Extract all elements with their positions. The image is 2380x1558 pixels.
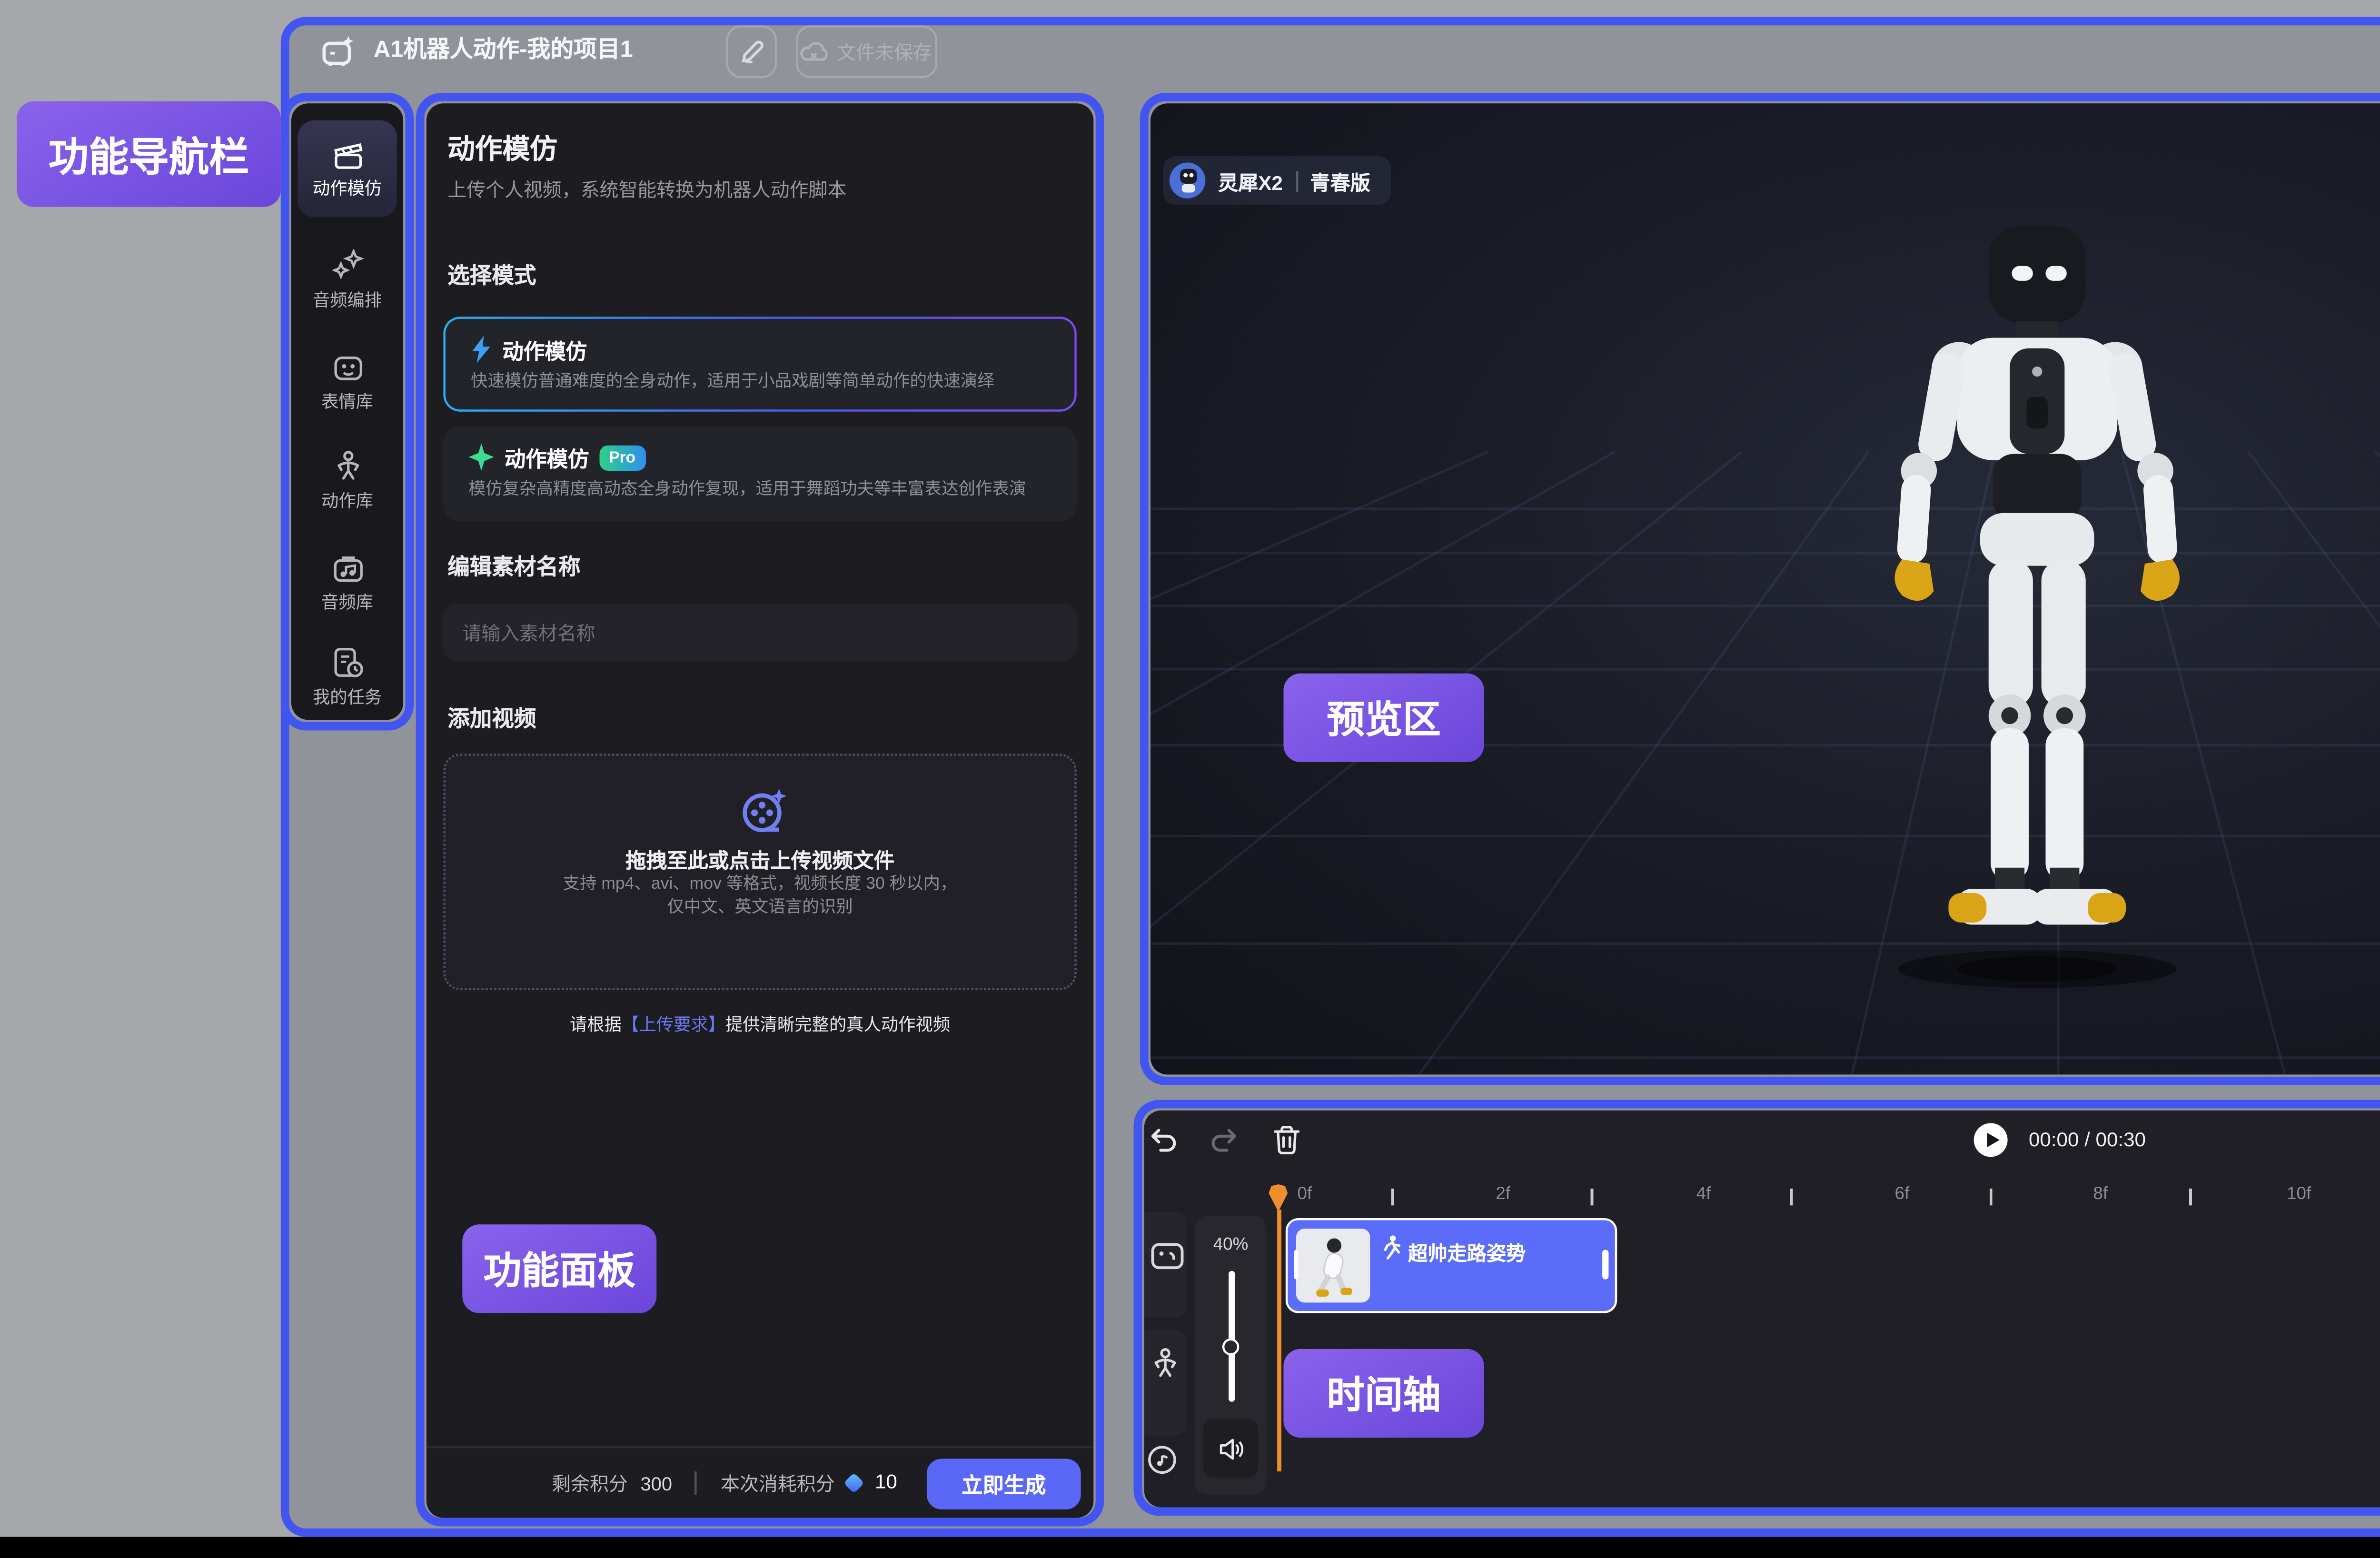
- expression-track-icon[interactable]: [1150, 1241, 1184, 1271]
- sparkles-icon: [330, 249, 364, 283]
- sidebar-item-audio-library[interactable]: 音频库: [298, 536, 397, 629]
- audio-disc-icon[interactable]: [1146, 1444, 1178, 1476]
- playhead-line: [1277, 1210, 1280, 1471]
- mode-section-label: 选择模式: [447, 259, 536, 291]
- project-title: A1机器人动作-我的项目1: [374, 32, 633, 66]
- volume-popup: 40%: [1195, 1216, 1267, 1495]
- mode-name: 动作模仿: [503, 334, 587, 366]
- time-display: 00:00 / 00:30: [2029, 1130, 2146, 1153]
- clip-trim-handle-right[interactable]: [1602, 1250, 1607, 1279]
- sidebar-item-label: 音频库: [321, 588, 373, 613]
- speaker-button[interactable]: [1203, 1419, 1258, 1478]
- timeline-panel: 00:00 / 00:30 0f 2f 4f 6f 8f 10f 12f 14f…: [1144, 1111, 2380, 1508]
- mode-desc: 快速模仿普通难度的全身动作，适用于小品戏剧等简单动作的快速演绎: [471, 369, 1058, 393]
- redo-icon[interactable]: [1210, 1127, 1237, 1155]
- annotation-label-preview: 预览区: [1283, 674, 1484, 762]
- material-name-input[interactable]: [443, 604, 1076, 661]
- credits-label: 剩余积分: [552, 1469, 628, 1497]
- nav-sidebar: 动作模仿 音频编排 表情库 动作库 音频库 我的任务: [291, 103, 403, 720]
- upload-hint-line2: 仅中文、英文语言的识别: [446, 896, 1075, 919]
- annotation-label-panel: 功能面板: [462, 1224, 656, 1313]
- robot-model-badge: 灵犀X2 青春版: [1163, 156, 1392, 205]
- panel-footer: 剩余积分 300 本次消耗积分 10 立即生成: [426, 1446, 1093, 1518]
- save-status: 文件未保存: [796, 25, 937, 78]
- cloud-icon: [801, 40, 829, 63]
- mode-card-pro[interactable]: 动作模仿 Pro 模仿复杂高精度高动态全身动作复现，适用于舞蹈功夫等丰富表达创作…: [443, 427, 1076, 522]
- upload-hint-line1: 支持 mp4、avi、mov 等格式，视频长度 30 秒以内，: [446, 874, 1075, 896]
- sidebar-item-action-library[interactable]: 动作库: [298, 435, 397, 528]
- cost-label: 本次消耗积分: [721, 1469, 835, 1497]
- mode-card-basic[interactable]: 动作模仿 快速模仿普通难度的全身动作，适用于小品戏剧等简单动作的快速演绎: [443, 317, 1076, 412]
- sidebar-item-label: 音频编排: [313, 287, 382, 312]
- annotation-label-nav: 功能导航栏: [17, 101, 280, 207]
- clip-thumbnail: [1295, 1228, 1369, 1301]
- rename-button[interactable]: [726, 25, 777, 78]
- timeline-clip[interactable]: 超帅走路姿势: [1286, 1218, 1617, 1313]
- badge-divider: [1295, 170, 1297, 191]
- speaker-icon: [1218, 1437, 1243, 1460]
- sidebar-item-label: 动作模仿: [313, 174, 382, 199]
- footer-divider: [695, 1471, 697, 1495]
- sidebar-item-label: 表情库: [321, 387, 373, 413]
- clapperboard-icon: [330, 138, 364, 170]
- preview-viewport[interactable]: 灵犀X2 青春版 Z Y: [1150, 103, 2380, 1074]
- upload-title: 拖拽至此或点击上传视频文件: [446, 844, 1075, 874]
- person-icon: [330, 450, 364, 484]
- task-list-icon: [330, 646, 364, 680]
- pro-badge: Pro: [600, 445, 645, 470]
- note-suffix: 提供清晰完整的真人动作视频: [725, 1015, 950, 1034]
- annotation-label-timeline: 时间轴: [1283, 1349, 1484, 1438]
- film-reel-icon: [739, 785, 789, 836]
- walking-person-icon: [1380, 1235, 1404, 1260]
- credits-value: 300: [640, 1472, 672, 1493]
- volume-slider-thumb[interactable]: [1221, 1339, 1238, 1355]
- cost-value: 10: [875, 1471, 897, 1495]
- volume-slider-track[interactable]: [1228, 1271, 1234, 1402]
- playhead-handle[interactable]: [1269, 1184, 1288, 1212]
- sidebar-item-motion-mimic[interactable]: 动作模仿: [298, 120, 397, 218]
- material-name-label: 编辑素材名称: [447, 551, 580, 583]
- sidebar-item-audio-arrange[interactable]: 音频编排: [298, 234, 397, 327]
- sidebar-item-label: 我的任务: [313, 684, 382, 709]
- app-logo-icon: [321, 34, 357, 69]
- trash-icon[interactable]: [1273, 1125, 1300, 1155]
- track-row-action: [1144, 1330, 1187, 1436]
- generate-button[interactable]: 立即生成: [927, 1458, 1081, 1508]
- video-upload-dropzone[interactable]: 拖拽至此或点击上传视频文件 支持 mp4、avi、mov 等格式，视频长度 30…: [443, 754, 1076, 990]
- robot-face-icon: [330, 351, 364, 383]
- undo-icon[interactable]: [1150, 1127, 1178, 1155]
- sidebar-item-expression-library[interactable]: 表情库: [298, 336, 397, 428]
- upload-requirement-link[interactable]: 【上传要求】: [622, 1015, 725, 1034]
- mode-desc: 模仿复杂高精度高动态全身动作复现，适用于舞蹈功夫等丰富表达创作表演: [469, 477, 1060, 500]
- robot-name: 灵犀X2: [1218, 166, 1283, 195]
- robot-avatar: [1170, 162, 1205, 198]
- volume-value: 40%: [1195, 1233, 1267, 1254]
- gem-icon: [844, 1473, 865, 1494]
- note-prefix: 请根据: [570, 1015, 622, 1034]
- robot-preview: [1847, 222, 2227, 1003]
- play-button[interactable]: [1974, 1123, 2008, 1157]
- star-sparkle-icon: [469, 443, 494, 471]
- panel-title: 动作模仿: [447, 127, 557, 167]
- save-status-text: 文件未保存: [837, 38, 932, 66]
- ruler-ticks: [1391, 1189, 2380, 1205]
- sidebar-item-label: 动作库: [321, 487, 373, 513]
- add-video-label: 添加视频: [447, 703, 536, 735]
- lightning-icon: [471, 336, 492, 363]
- robot-edition: 青春版: [1310, 166, 1370, 195]
- panel-subtitle: 上传个人视频，系统智能转换为机器人动作脚本: [447, 175, 846, 203]
- clip-label: 超帅走路姿势: [1408, 1237, 1526, 1267]
- action-track-icon[interactable]: [1149, 1347, 1182, 1380]
- upload-requirement-note: 请根据【上传要求】提供清晰完整的真人动作视频: [426, 1011, 1093, 1036]
- sidebar-item-my-tasks[interactable]: 我的任务: [298, 637, 397, 718]
- clip-trim-handle-left[interactable]: [1293, 1250, 1298, 1279]
- screenshot-stage: A1机器人动作-我的项目1 文件未保存 合成并保存 下发到设备 动作模仿 音频编…: [0, 0, 2380, 1558]
- music-box-icon: [330, 552, 364, 584]
- mode-name: 动作模仿: [505, 441, 589, 473]
- pencil-icon: [740, 40, 763, 63]
